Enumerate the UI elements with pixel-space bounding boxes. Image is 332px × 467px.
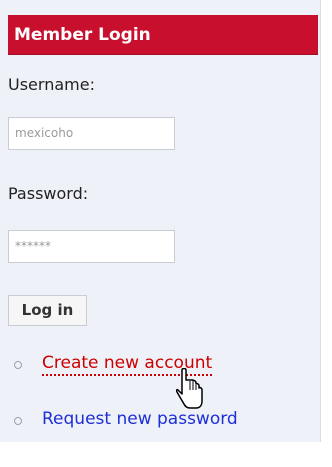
circle-bullet-icon: [14, 361, 22, 369]
circle-bullet-icon: [14, 417, 22, 425]
username-input[interactable]: mexicoho: [8, 117, 175, 150]
pointer-cursor-icon: [176, 368, 203, 409]
password-label: Password:: [8, 184, 89, 203]
login-button[interactable]: Log in: [8, 295, 87, 326]
block-title: Member Login: [8, 15, 318, 55]
password-input[interactable]: ******: [8, 230, 175, 263]
request-password-link[interactable]: Request new password: [42, 409, 238, 429]
username-label: Username:: [8, 75, 95, 94]
member-login-block: Member Login Username: mexicoho Password…: [0, 0, 321, 442]
